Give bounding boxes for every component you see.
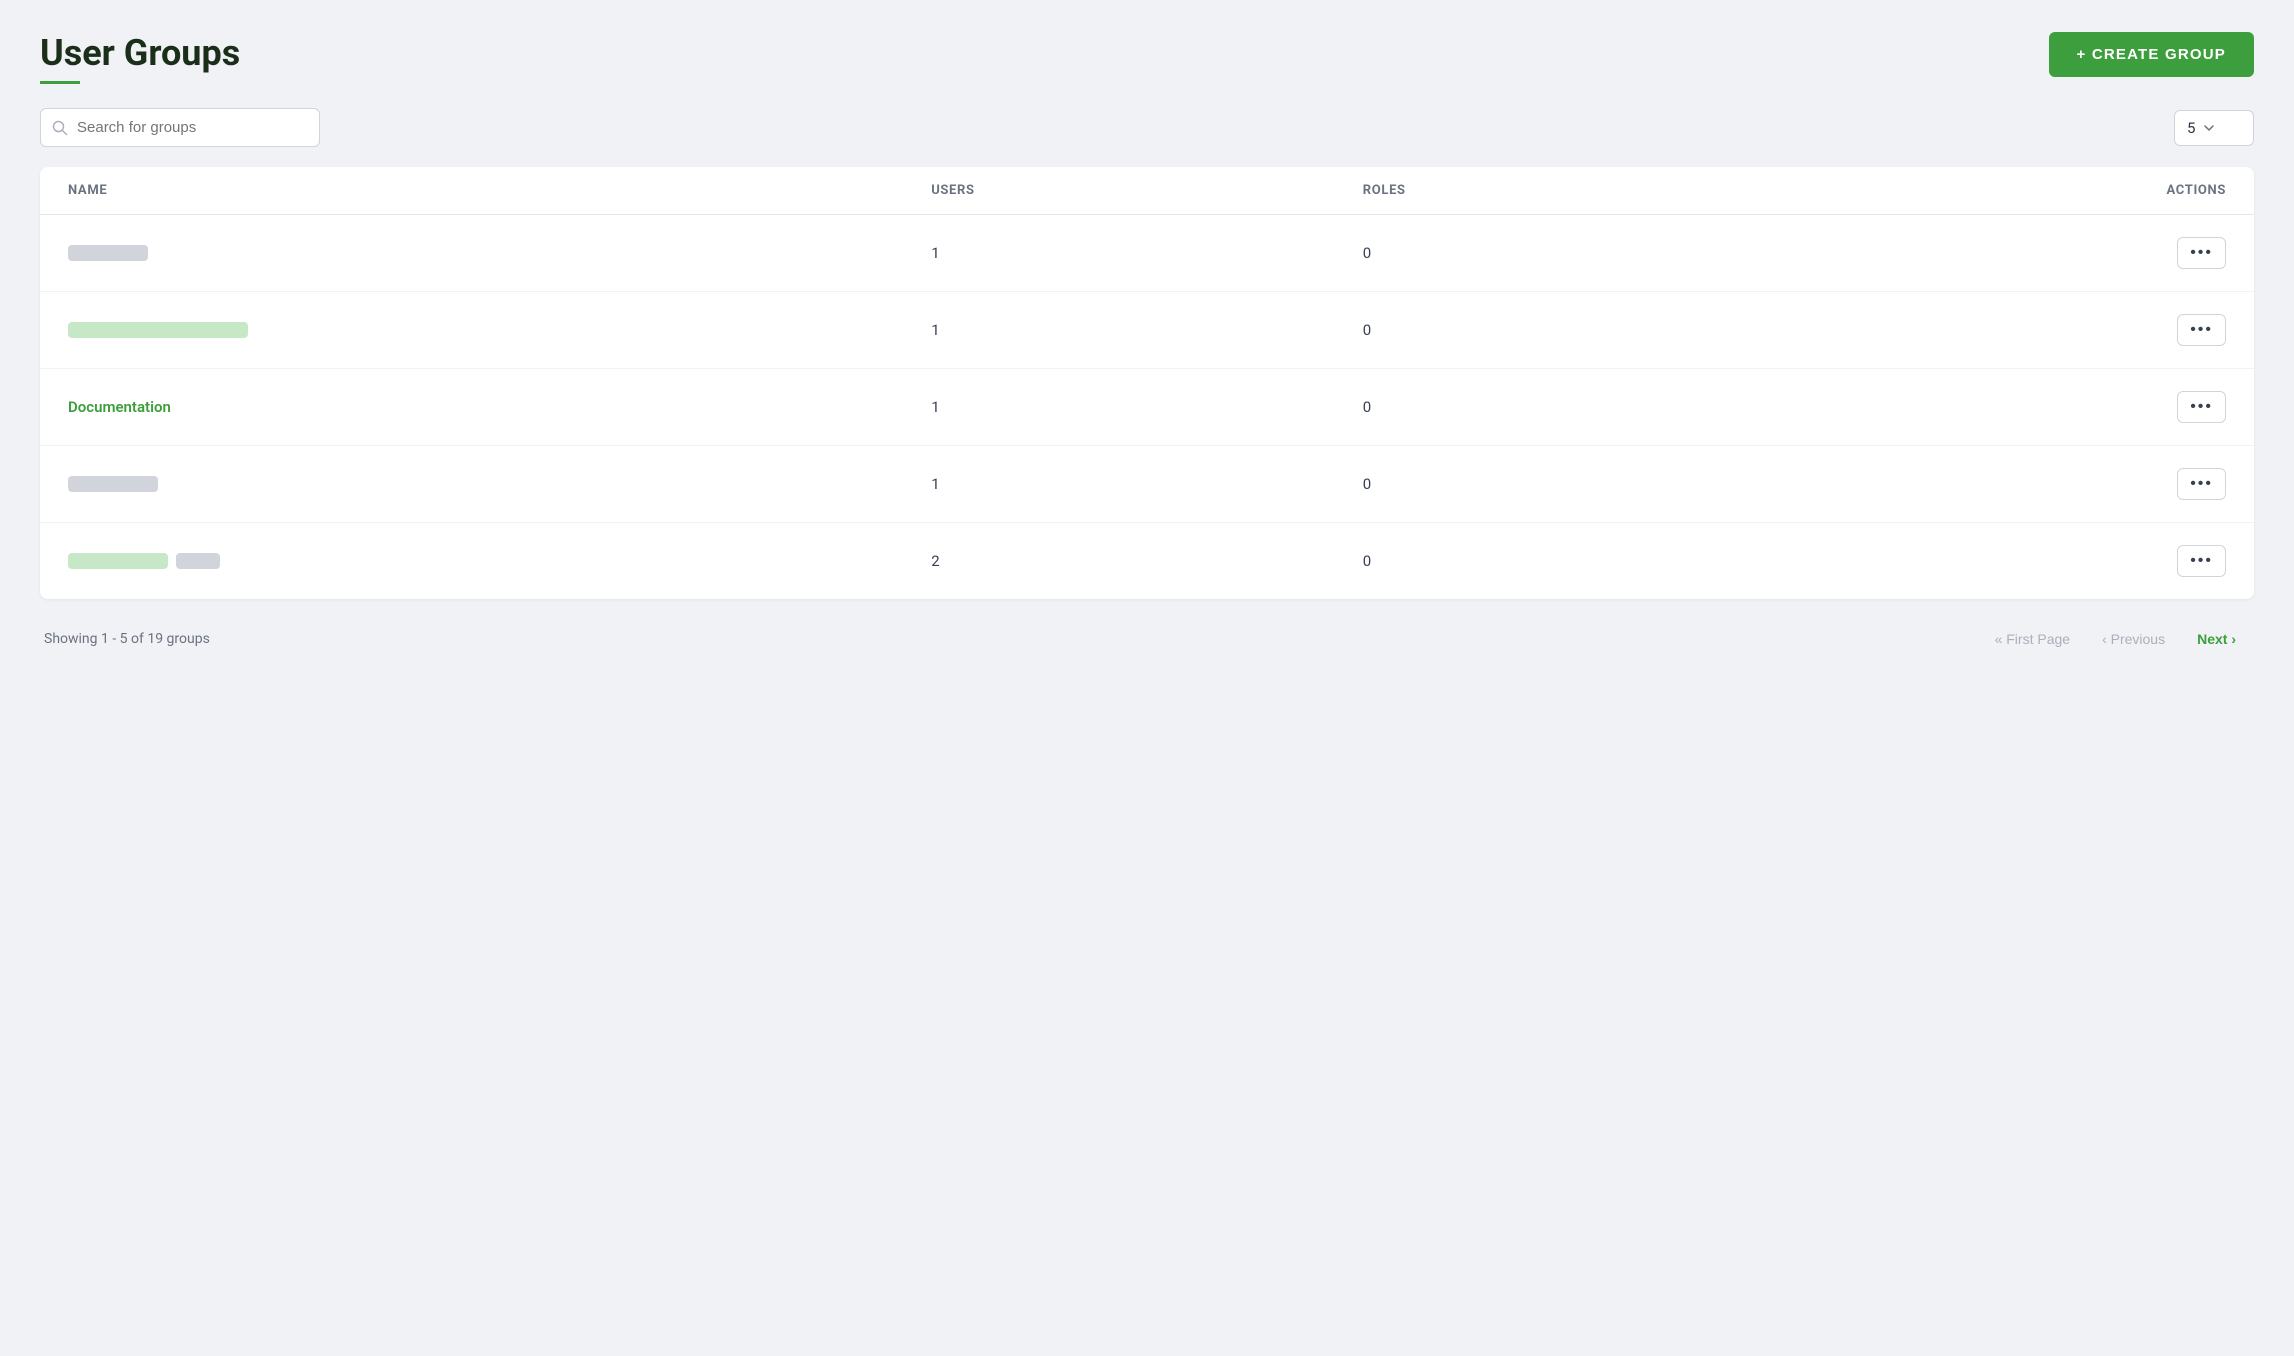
table-row: 1 0 ••• (40, 446, 2254, 523)
table-container: NAME USERS ROLES ACTIONS 1 0 ••• 1 0 •••… (40, 167, 2254, 599)
more-actions-button[interactable]: ••• (2177, 545, 2226, 577)
users-count: 2 (931, 552, 1363, 570)
table-row: 1 0 ••• (40, 215, 2254, 292)
page-title: User Groups (40, 32, 240, 75)
toolbar: 5 (40, 108, 2254, 147)
name-redacted (68, 245, 148, 261)
per-page-select[interactable]: 5 (2174, 110, 2254, 146)
pagination-controls: « First Page ‹ Previous Next › (1981, 623, 2250, 655)
more-actions-button[interactable]: ••• (2177, 237, 2226, 269)
title-underline (40, 81, 80, 84)
page-header: User Groups + CREATE GROUP (40, 32, 2254, 84)
showing-text: Showing 1 - 5 of 19 groups (44, 631, 210, 647)
per-page-value: 5 (2187, 119, 2195, 137)
actions-cell: ••• (1794, 468, 2226, 500)
more-actions-button[interactable]: ••• (2177, 391, 2226, 423)
search-input[interactable] (40, 108, 320, 147)
table-header: NAME USERS ROLES ACTIONS (40, 167, 2254, 215)
more-actions-button[interactable]: ••• (2177, 314, 2226, 346)
col-header-users: USERS (931, 183, 1363, 198)
name-cell (68, 322, 931, 338)
name-redacted (68, 476, 158, 492)
roles-count: 0 (1363, 475, 1795, 493)
table-row: 1 0 ••• (40, 292, 2254, 369)
roles-count: 0 (1363, 552, 1795, 570)
actions-cell: ••• (1794, 545, 2226, 577)
users-count: 1 (931, 244, 1363, 262)
title-block: User Groups (40, 32, 240, 84)
next-button[interactable]: Next › (2183, 623, 2250, 655)
name-cell: Documentation (68, 398, 931, 416)
actions-cell: ••• (1794, 391, 2226, 423)
roles-count: 0 (1363, 321, 1795, 339)
name-cell (68, 245, 931, 261)
name-redacted-gray2 (176, 553, 220, 569)
roles-count: 0 (1363, 244, 1795, 262)
pagination-row: Showing 1 - 5 of 19 groups « First Page … (40, 623, 2254, 655)
name-redacted-green (68, 553, 168, 569)
users-count: 1 (931, 398, 1363, 416)
name-redacted-green (68, 322, 248, 338)
col-header-roles: ROLES (1363, 183, 1795, 198)
group-name-link[interactable]: Documentation (68, 398, 171, 416)
table-row: 2 0 ••• (40, 523, 2254, 599)
first-page-button[interactable]: « First Page (1981, 623, 2084, 655)
name-cell (68, 553, 931, 569)
name-cell (68, 476, 931, 492)
chevron-down-icon (2203, 122, 2215, 134)
search-container (40, 108, 320, 147)
actions-cell: ••• (1794, 237, 2226, 269)
users-count: 1 (931, 321, 1363, 339)
search-icon (52, 120, 68, 136)
roles-count: 0 (1363, 398, 1795, 416)
actions-cell: ••• (1794, 314, 2226, 346)
create-group-button[interactable]: + CREATE GROUP (2049, 32, 2254, 77)
users-count: 1 (931, 475, 1363, 493)
more-actions-button[interactable]: ••• (2177, 468, 2226, 500)
previous-button[interactable]: ‹ Previous (2088, 623, 2179, 655)
col-header-name: NAME (68, 183, 931, 198)
col-header-actions: ACTIONS (1794, 183, 2226, 198)
table-row: Documentation 1 0 ••• (40, 369, 2254, 446)
